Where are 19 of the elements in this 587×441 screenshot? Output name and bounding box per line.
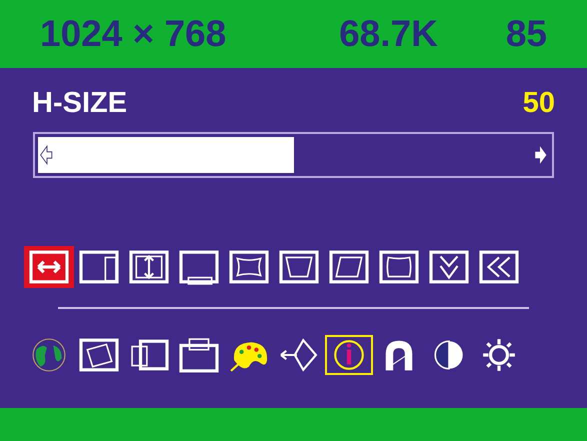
parallelogram-icon[interactable] [327,248,371,284]
horizontal-position-icon[interactable] [77,248,121,284]
horizontal-frequency-text: 68.7K [339,12,438,56]
vertical-frequency-text: 85 [506,12,547,56]
resolution-text: 1024 × 768 [40,12,226,56]
setting-label: H-SIZE [32,86,128,121]
chevrons-left-icon[interactable] [477,248,521,284]
size-icon[interactable] [177,336,221,372]
rotation-icon[interactable] [77,336,121,372]
slider-track[interactable] [33,132,554,178]
pincushion-icon[interactable] [227,248,271,284]
horizontal-arrows-icon[interactable] [27,248,71,284]
vertical-position-icon[interactable] [177,248,221,284]
pin-balance-icon[interactable] [377,248,421,284]
vertical-arrows-icon[interactable] [127,248,171,284]
chevrons-down-icon[interactable] [427,248,471,284]
info-icon[interactable] [327,336,371,372]
trapezoid-icon[interactable] [277,248,321,284]
setting-value: 50 [522,86,555,121]
